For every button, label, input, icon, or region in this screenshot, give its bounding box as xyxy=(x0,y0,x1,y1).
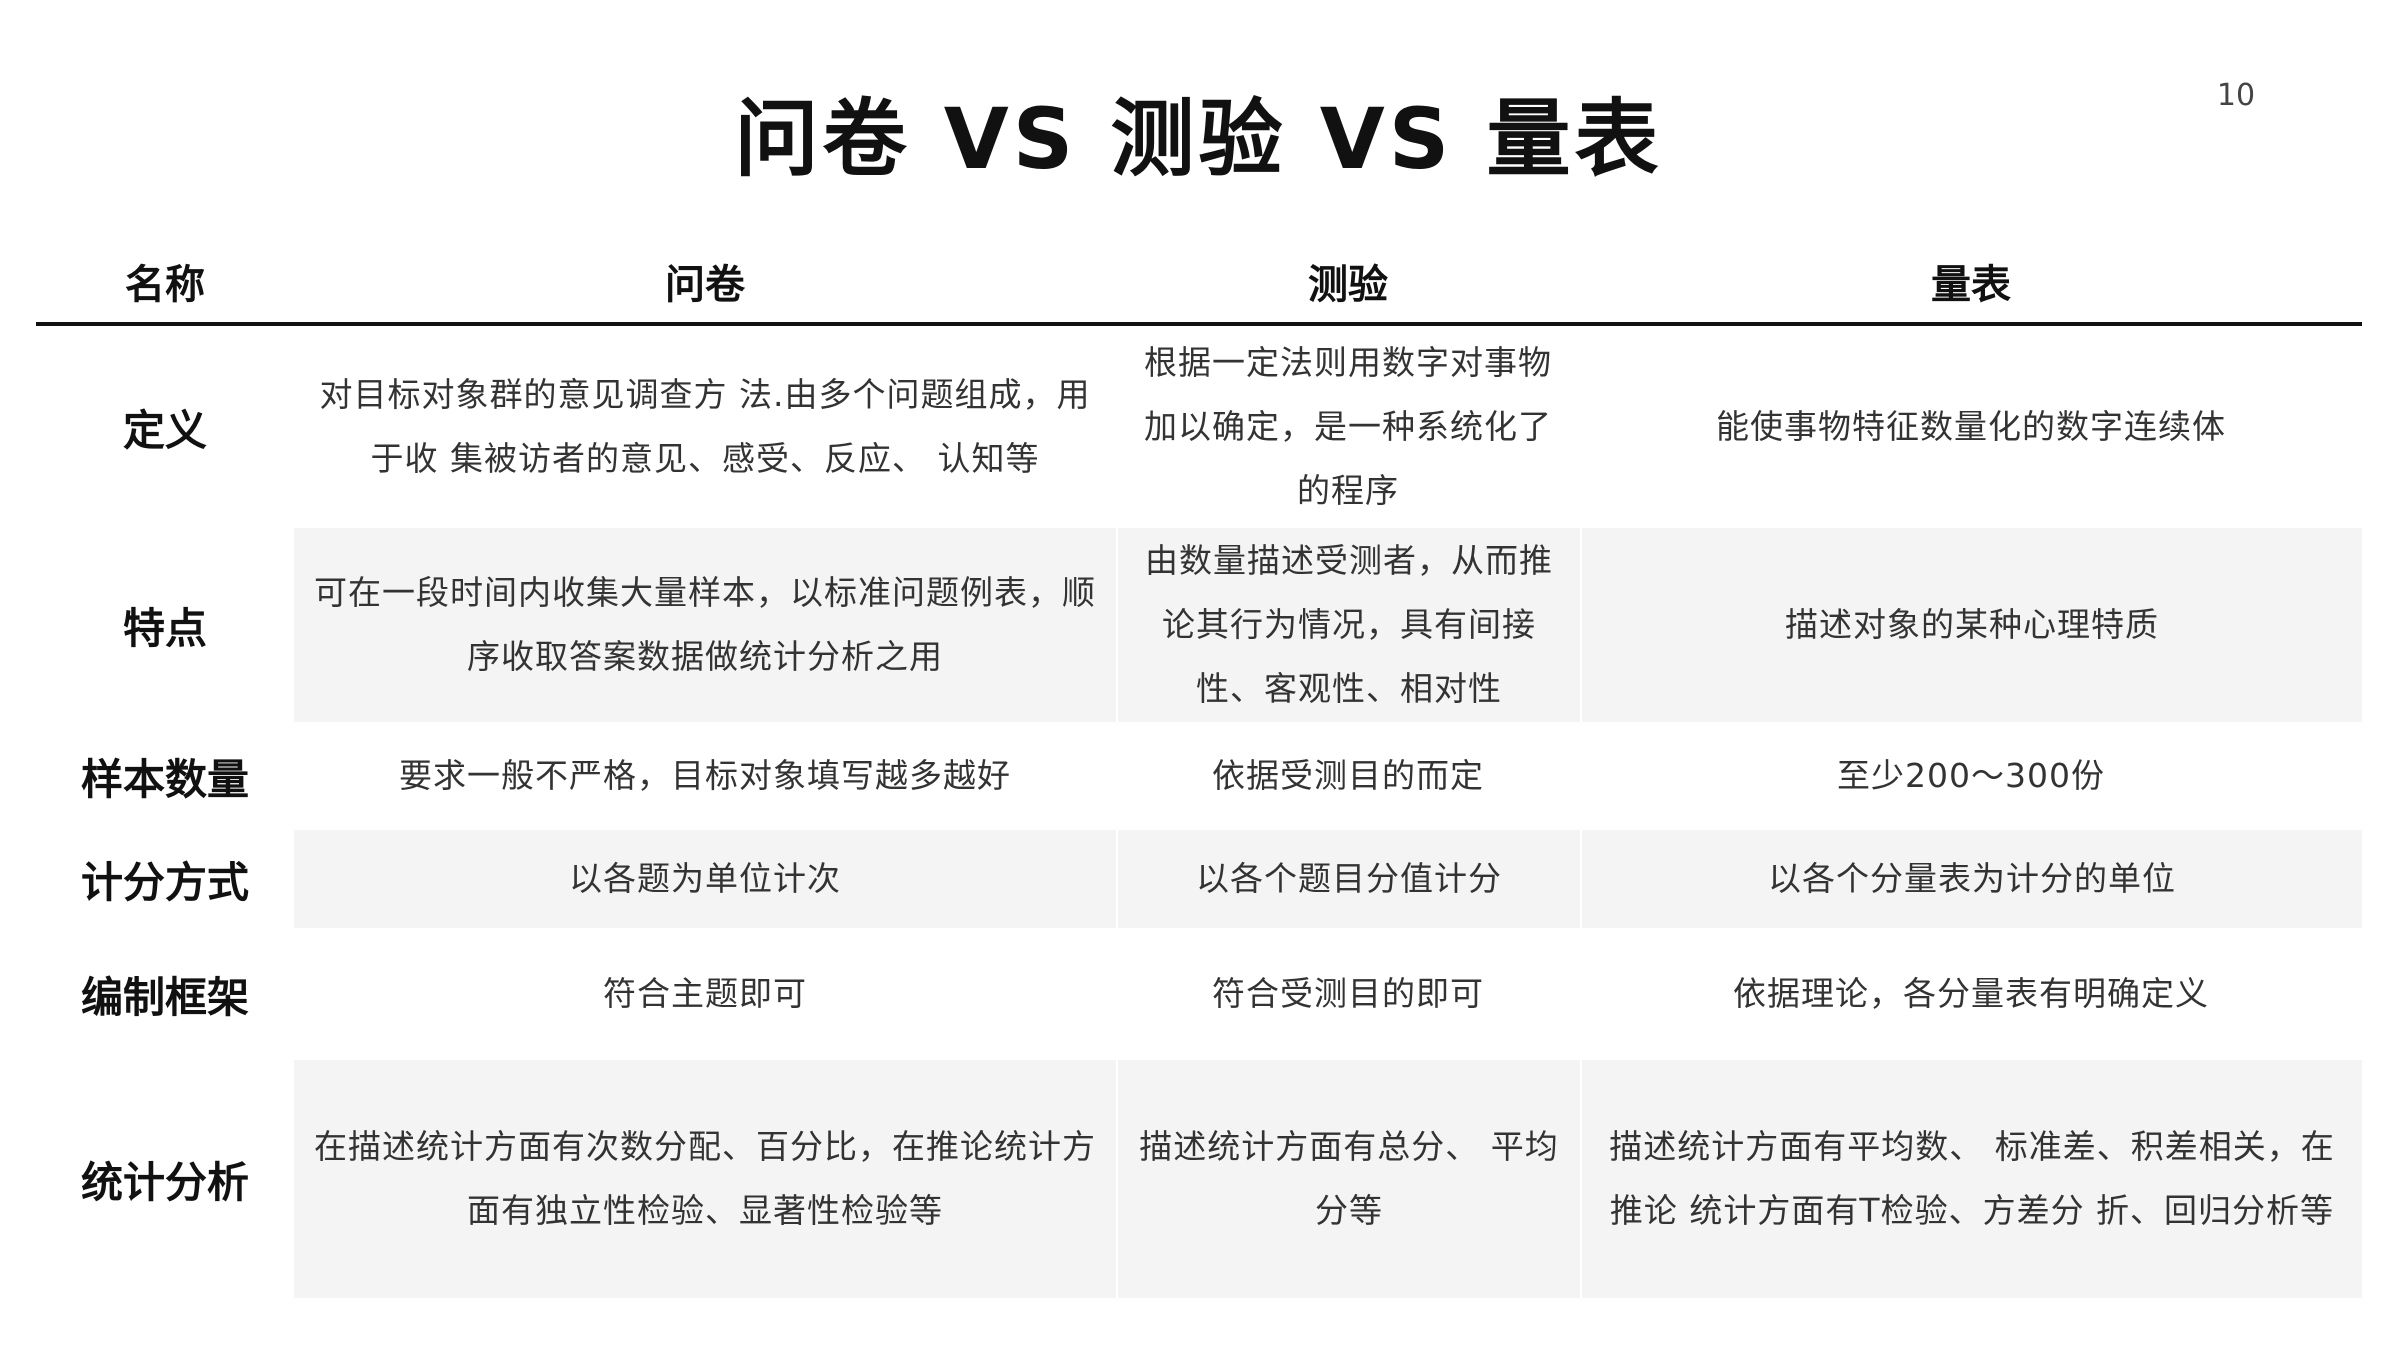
cell-test: 依据受测目的而定 xyxy=(1116,722,1580,830)
table-row-definition: 定义 对目标对象群的意见调查方 法.由多个问题组成，用于收 集被访者的意见、感受… xyxy=(36,326,2362,528)
table-header-row: 名称 问卷 测验 量表 xyxy=(36,240,2362,326)
table-row-statistics: 统计分析 在描述统计方面有次数分配、百分比，在推论统计方面有独立性检验、显著性检… xyxy=(36,1060,2362,1298)
cell-test: 以各个题目分值计分 xyxy=(1116,830,1580,928)
cell-questionnaire: 要求一般不严格，目标对象填写越多越好 xyxy=(294,722,1116,830)
cell-scale: 至少200～300份 xyxy=(1580,722,2362,830)
page-title: 问卷 VS 测验 VS 量表 xyxy=(734,90,1663,188)
cell-questionnaire: 对目标对象群的意见调查方 法.由多个问题组成，用于收 集被访者的意见、感受、反应… xyxy=(294,326,1116,528)
cell-scale: 能使事物特征数量化的数字连续体 xyxy=(1580,326,2362,528)
cell-scale: 以各个分量表为计分的单位 xyxy=(1580,830,2362,928)
cell-questionnaire: 在描述统计方面有次数分配、百分比，在推论统计方面有独立性检验、显著性检验等 xyxy=(294,1060,1116,1298)
header-questionnaire: 问卷 xyxy=(665,262,745,308)
cell-scale: 描述统计方面有平均数、 标准差、积差相关，在推论 统计方面有T检验、方差分 折、… xyxy=(1580,1060,2362,1298)
table-row-features: 特点 可在一段时间内收集大量样本，以标准问题例表，顺序收取答案数据做统计分析之用… xyxy=(36,528,2362,722)
row-label: 样本数量 xyxy=(36,722,294,830)
header-scale: 量表 xyxy=(1931,262,2011,308)
header-test: 测验 xyxy=(1308,262,1388,308)
cell-questionnaire: 以各题为单位计次 xyxy=(294,830,1116,928)
row-label: 定义 xyxy=(36,326,294,528)
cell-test: 描述统计方面有总分、 平均分等 xyxy=(1116,1060,1580,1298)
cell-test: 符合受测目的即可 xyxy=(1116,928,1580,1060)
table-row-framework: 编制框架 符合主题即可 符合受测目的即可 依据理论，各分量表有明确定义 xyxy=(36,928,2362,1060)
cell-scale: 描述对象的某种心理特质 xyxy=(1580,528,2362,722)
cell-test: 根据一定法则用数字对事物加以确定，是一种系统化了的程序 xyxy=(1116,326,1580,528)
row-label: 统计分析 xyxy=(36,1060,294,1298)
table-row-scoring: 计分方式 以各题为单位计次 以各个题目分值计分 以各个分量表为计分的单位 xyxy=(36,830,2362,928)
table-row-sample-size: 样本数量 要求一般不严格，目标对象填写越多越好 依据受测目的而定 至少200～3… xyxy=(36,722,2362,830)
header-name: 名称 xyxy=(125,262,205,308)
row-label: 特点 xyxy=(36,528,294,722)
cell-questionnaire: 符合主题即可 xyxy=(294,928,1116,1060)
row-label: 编制框架 xyxy=(36,928,294,1060)
comparison-table: 名称 问卷 测验 量表 定义 对目标对象群的意见调查方 法.由多个问题组成，用于… xyxy=(36,240,2362,1298)
cell-questionnaire: 可在一段时间内收集大量样本，以标准问题例表，顺序收取答案数据做统计分析之用 xyxy=(294,528,1116,722)
row-label: 计分方式 xyxy=(36,830,294,928)
cell-scale: 依据理论，各分量表有明确定义 xyxy=(1580,928,2362,1060)
cell-test: 由数量描述受测者，从而推论其行为情况，具有间接性、客观性、相对性 xyxy=(1116,528,1580,722)
